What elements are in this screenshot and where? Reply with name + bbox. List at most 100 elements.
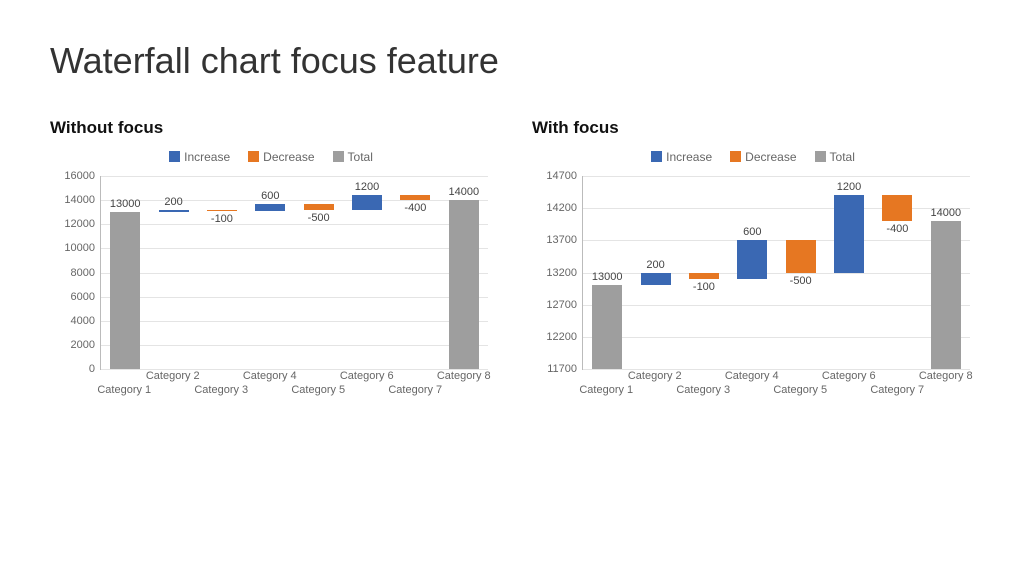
- bar-increase: 1200: [834, 195, 864, 272]
- page-title: Waterfall chart focus feature: [50, 40, 974, 82]
- y-tick-label: 2000: [71, 339, 101, 351]
- bar-increase: 1200: [352, 195, 382, 209]
- bar-decrease: -100: [207, 210, 237, 211]
- data-label: -400: [404, 200, 426, 214]
- grid-line: [101, 176, 488, 177]
- x-tick-label: Category 2: [146, 370, 200, 382]
- legend-item-increase: Increase: [651, 150, 712, 164]
- grid-line: [101, 248, 488, 249]
- bar-increase: 600: [737, 240, 767, 279]
- grid-line: [583, 337, 970, 338]
- x-tick-label: Category 7: [388, 384, 442, 396]
- bar-total: 13000: [592, 285, 622, 369]
- data-label: 600: [261, 190, 279, 204]
- legend-label: Decrease: [263, 150, 314, 164]
- y-tick-label: 8000: [71, 267, 101, 279]
- x-tick-label: Category 6: [340, 370, 394, 382]
- data-label: -500: [790, 273, 812, 287]
- y-tick-label: 6000: [71, 291, 101, 303]
- y-tick-label: 10000: [64, 242, 101, 254]
- x-tick-label: Category 2: [628, 370, 682, 382]
- chart-without-focus: Without focus Increase Decrease Total 02…: [50, 118, 492, 412]
- x-tick-label: Category 3: [676, 384, 730, 396]
- data-label: -400: [886, 221, 908, 235]
- chart-frame: 1170012200127001320013700142001470013000…: [532, 172, 974, 412]
- y-tick-label: 16000: [64, 170, 101, 182]
- legend-label: Increase: [666, 150, 712, 164]
- legend-item-decrease: Decrease: [248, 150, 314, 164]
- data-label: 600: [743, 226, 761, 240]
- x-tick-label: Category 3: [194, 384, 248, 396]
- legend-item-total: Total: [333, 150, 373, 164]
- data-label: -100: [693, 279, 715, 293]
- plot-area: 1170012200127001320013700142001470013000…: [582, 176, 970, 370]
- grid-line: [101, 224, 488, 225]
- legend-label: Total: [348, 150, 373, 164]
- bar-decrease: -500: [304, 204, 334, 210]
- legend-label: Increase: [184, 150, 230, 164]
- data-label: 1200: [837, 181, 861, 195]
- bar-decrease: -400: [400, 195, 430, 200]
- grid-line: [583, 305, 970, 306]
- y-tick-label: 4000: [71, 315, 101, 327]
- x-tick-label: Category 5: [773, 384, 827, 396]
- data-label: 200: [164, 196, 182, 210]
- grid-line: [101, 200, 488, 201]
- x-tick-label: Category 4: [725, 370, 779, 382]
- data-label: -500: [308, 210, 330, 224]
- y-tick-label: 12700: [546, 299, 583, 311]
- y-tick-label: 14200: [546, 202, 583, 214]
- legend-swatch-decrease: [248, 151, 259, 162]
- grid-line: [583, 176, 970, 177]
- legend-label: Total: [830, 150, 855, 164]
- data-label: 1200: [355, 181, 379, 195]
- data-label: 13000: [110, 198, 141, 212]
- y-tick-label: 13200: [546, 267, 583, 279]
- x-tick-label: Category 1: [579, 384, 633, 396]
- x-tick-label: Category 4: [243, 370, 297, 382]
- chart-frame: 0200040006000800010000120001400016000130…: [50, 172, 492, 412]
- plot-area: 0200040006000800010000120001400016000130…: [100, 176, 488, 370]
- legend-swatch-decrease: [730, 151, 741, 162]
- data-label: 14000: [931, 207, 962, 221]
- grid-line: [101, 345, 488, 346]
- legend: Increase Decrease Total: [532, 150, 974, 164]
- y-tick-label: 14000: [64, 194, 101, 206]
- legend-item-total: Total: [815, 150, 855, 164]
- x-tick-label: Category 1: [97, 384, 151, 396]
- bar-decrease: -500: [786, 240, 816, 272]
- y-tick-label: 12000: [64, 218, 101, 230]
- x-axis-labels: Category 1 Category 2 Category 3 Category 4…: [100, 370, 488, 412]
- x-axis-labels: Category 1 Category 2 Category 3 Category 4…: [582, 370, 970, 412]
- x-tick-label: Category 8: [919, 370, 973, 382]
- bar-total: 14000: [931, 221, 961, 369]
- grid-line: [101, 273, 488, 274]
- bar-decrease: -100: [689, 273, 719, 279]
- y-tick-label: 13700: [546, 234, 583, 246]
- y-tick-label: 14700: [546, 170, 583, 182]
- chart-with-focus: With focus Increase Decrease Total 11700…: [532, 118, 974, 412]
- bar-increase: 600: [255, 204, 285, 211]
- data-label: 13000: [592, 271, 623, 285]
- bar-decrease: -400: [882, 195, 912, 221]
- y-tick-label: 11700: [547, 363, 583, 375]
- x-tick-label: Category 5: [291, 384, 345, 396]
- chart-title: Without focus: [50, 118, 492, 138]
- grid-line: [101, 321, 488, 322]
- data-label: 14000: [449, 186, 480, 200]
- legend: Increase Decrease Total: [50, 150, 492, 164]
- legend-swatch-total: [815, 151, 826, 162]
- legend-item-increase: Increase: [169, 150, 230, 164]
- legend-swatch-increase: [651, 151, 662, 162]
- x-tick-label: Category 6: [822, 370, 876, 382]
- legend-label: Decrease: [745, 150, 796, 164]
- grid-line: [583, 240, 970, 241]
- bar-total: 13000: [110, 212, 140, 369]
- legend-swatch-increase: [169, 151, 180, 162]
- data-label: -100: [211, 211, 233, 225]
- bar-increase: 200: [641, 273, 671, 286]
- chart-title: With focus: [532, 118, 974, 138]
- x-tick-label: Category 7: [870, 384, 924, 396]
- grid-line: [101, 297, 488, 298]
- bar-increase: 200: [159, 210, 189, 212]
